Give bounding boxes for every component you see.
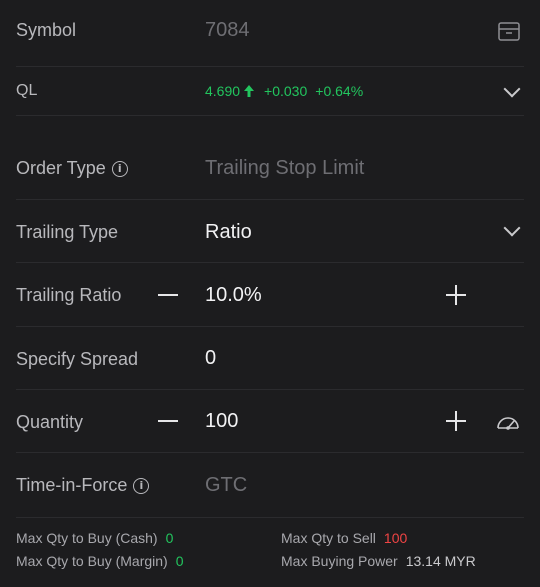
info-icon[interactable]: i xyxy=(111,160,128,177)
gauge-icon[interactable] xyxy=(495,411,521,431)
order-type-value[interactable]: Trailing Stop Limit xyxy=(205,157,364,180)
max-qty-buy-margin-label: Max Qty to Buy (Margin) xyxy=(16,553,168,569)
quantity-input[interactable]: 100 xyxy=(205,410,238,433)
minus-icon[interactable] xyxy=(158,294,178,296)
max-qty-sell-value: 100 xyxy=(383,530,408,546)
up-arrow-icon xyxy=(244,85,255,97)
specify-spread-input[interactable]: 0 xyxy=(205,347,216,370)
trailing-ratio-row: Trailing Ratio 10.0% xyxy=(0,263,540,325)
divider xyxy=(16,115,524,116)
symbol-value[interactable]: 7084 xyxy=(205,19,250,42)
chevron-down-icon[interactable] xyxy=(503,219,521,237)
quote-change: +0.030 xyxy=(264,83,308,99)
order-type-row[interactable]: Order Type i Trailing Stop Limit xyxy=(0,136,540,198)
plus-icon[interactable] xyxy=(446,411,466,431)
specify-spread-row: Specify Spread 0 xyxy=(0,327,540,389)
trailing-ratio-input[interactable]: 10.0% xyxy=(205,284,262,307)
max-buying-power-label: Max Buying Power xyxy=(281,553,398,569)
quantity-row: Quantity 100 xyxy=(0,390,540,452)
max-buying-power: Max Buying Power 13.14 MYR xyxy=(281,553,476,569)
trailing-type-label: Trailing Type xyxy=(16,222,119,242)
order-type-label-text: Order Type xyxy=(16,158,106,178)
time-in-force-value[interactable]: GTC xyxy=(205,474,247,497)
specify-spread-label: Specify Spread xyxy=(16,349,139,369)
quote-label: QL xyxy=(16,82,38,99)
max-buying-power-value: 13.14 MYR xyxy=(405,553,476,569)
quote-price: 4.690 xyxy=(205,83,241,99)
time-in-force-label-text: Time-in-Force xyxy=(16,475,128,495)
trailing-ratio-label: Trailing Ratio xyxy=(16,285,122,305)
trailing-type-value[interactable]: Ratio xyxy=(205,221,252,244)
symbol-label: Symbol xyxy=(16,20,77,40)
max-qty-sell: Max Qty to Sell 100 xyxy=(281,530,407,546)
max-qty-buy-cash: Max Qty to Buy (Cash) 0 xyxy=(16,530,173,546)
time-in-force-row[interactable]: Time-in-Force i GTC xyxy=(0,453,540,515)
trailing-type-row[interactable]: Trailing Type Ratio xyxy=(0,200,540,262)
minus-icon[interactable] xyxy=(158,420,178,422)
calendar-icon[interactable] xyxy=(498,21,520,41)
info-icon[interactable]: i xyxy=(133,477,150,494)
quote-values: 4.690 +0.030 +0.64% xyxy=(205,83,363,99)
divider xyxy=(16,517,524,518)
quote-change-pct: +0.64% xyxy=(315,83,364,99)
max-qty-sell-label: Max Qty to Sell xyxy=(281,530,376,546)
max-qty-buy-cash-label: Max Qty to Buy (Cash) xyxy=(16,530,158,546)
plus-icon[interactable] xyxy=(446,285,466,305)
order-type-label: Order Type i xyxy=(16,158,128,179)
max-qty-buy-margin: Max Qty to Buy (Margin) 0 xyxy=(16,553,184,569)
max-qty-buy-cash-value: 0 xyxy=(165,530,174,546)
time-in-force-label: Time-in-Force i xyxy=(16,475,150,496)
max-qty-buy-margin-value: 0 xyxy=(175,553,184,569)
symbol-row[interactable]: Symbol 7084 xyxy=(0,0,540,64)
quantity-label: Quantity xyxy=(16,412,84,432)
